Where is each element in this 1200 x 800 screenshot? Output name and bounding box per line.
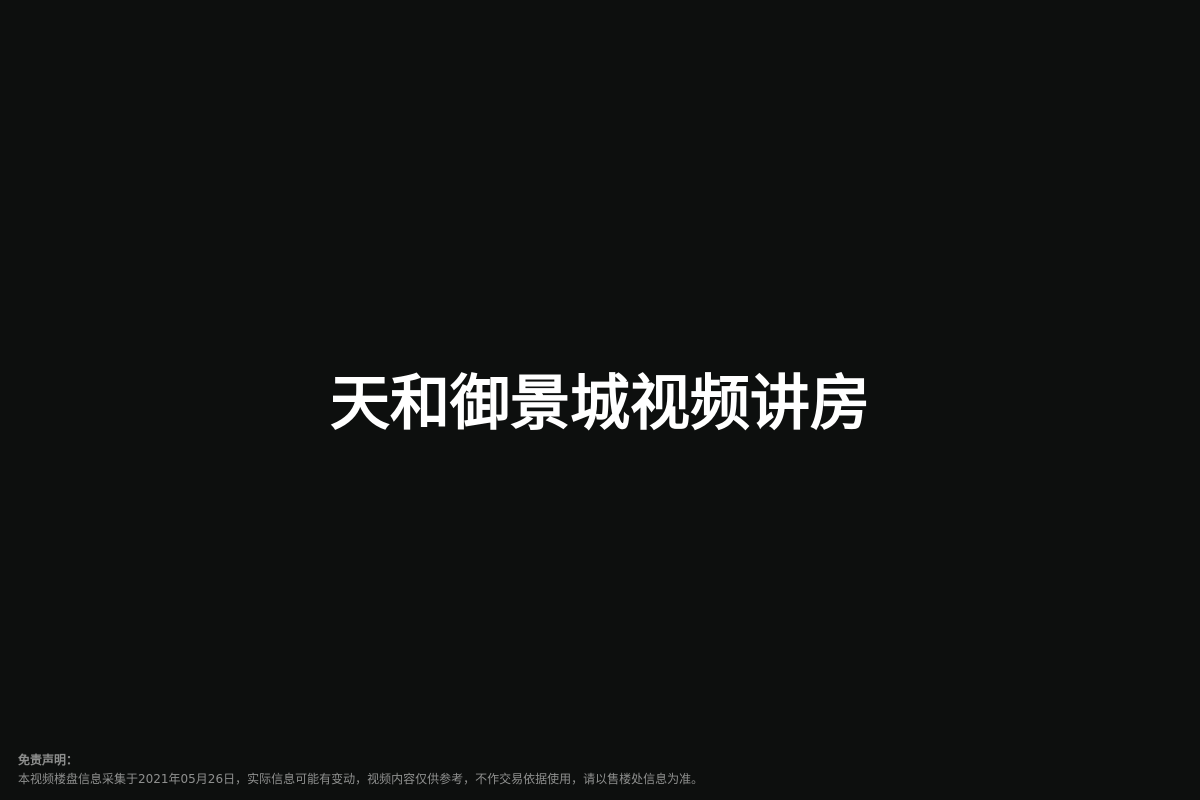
- video-frame[interactable]: 天和御景城视频讲房 免责声明： 本视频楼盘信息采集于2021年05月26日，实际…: [0, 0, 1200, 800]
- disclaimer: 免责声明： 本视频楼盘信息采集于2021年05月26日，实际信息可能有变动，视频…: [18, 751, 1178, 789]
- disclaimer-heading: 免责声明：: [18, 753, 79, 767]
- video-title: 天和御景城视频讲房: [330, 369, 870, 439]
- disclaimer-body: 本视频楼盘信息采集于2021年05月26日，实际信息可能有变动，视频内容仅供参考…: [18, 772, 704, 786]
